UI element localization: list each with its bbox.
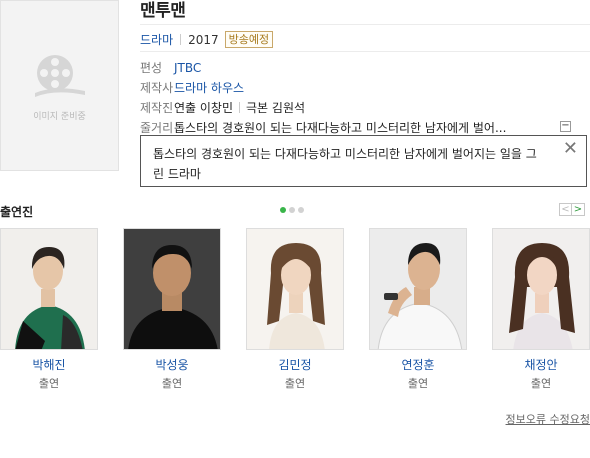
synopsis-popup: 톱스타의 경호원이 되는 다재다능하고 미스터리한 남자에게 벌어지는 일을 그… (140, 135, 587, 187)
cast-section-heading: 출연진 (0, 205, 34, 219)
divider (140, 24, 590, 25)
cast-name[interactable]: 연정훈 (369, 356, 467, 373)
separator (239, 102, 241, 113)
page-dot[interactable] (298, 207, 304, 213)
cast-card[interactable]: 김민정 출연 (246, 228, 344, 391)
cast-photo[interactable] (0, 228, 98, 350)
cast-name[interactable]: 채정안 (492, 356, 590, 373)
production-company-link[interactable]: 드라마 하우스 (174, 79, 244, 96)
page-dot-active[interactable] (280, 207, 286, 213)
cast-name[interactable]: 박해진 (0, 356, 98, 373)
report-error-link[interactable]: 정보오류 수정요청 (506, 411, 590, 427)
director-link[interactable]: 연출 이창민 (174, 99, 233, 116)
cast-role: 출연 (407, 377, 429, 390)
channel-link[interactable]: JTBC (174, 61, 201, 75)
writer-link[interactable]: 극본 김원석 (246, 99, 305, 116)
cast-role: 출연 (530, 377, 552, 390)
page-title: 맨투맨 (140, 1, 186, 21)
poster-placeholder-text: 이미지 준비중 (33, 112, 86, 122)
carousel-pagination (280, 207, 304, 213)
cast-card[interactable]: 채정안 출연 (492, 228, 590, 391)
info-row-production: 제작사 드라마 하우스 (140, 79, 244, 96)
cast-card[interactable]: 박해진 출연 (0, 228, 98, 391)
cast-photo[interactable] (492, 228, 590, 350)
chevron-left-icon[interactable]: < (559, 203, 572, 216)
cast-role: 출연 (161, 377, 183, 390)
cast-name[interactable]: 박성웅 (123, 356, 221, 373)
cast-photo[interactable] (369, 228, 467, 350)
close-icon[interactable]: ✕ (563, 140, 578, 158)
divider (140, 51, 590, 52)
genre-link[interactable]: 드라마 (140, 31, 173, 48)
info-row-staff: 제작진 연출 이창민 극본 김원석 (140, 99, 305, 116)
collapse-icon[interactable]: − (560, 121, 571, 132)
year: 2017 (188, 32, 219, 47)
poster-placeholder: 이미지 준비중 (0, 0, 119, 171)
cast-photo[interactable] (123, 228, 221, 350)
info-row-synopsis: 줄거리 톱스타의 경호원이 되는 다재다능하고 미스터리한 남자에게 벌어... (140, 119, 506, 136)
synopsis-full-text: 톱스타의 경호원이 되는 다재다능하고 미스터리한 남자에게 벌어지는 일을 그… (153, 147, 537, 181)
cast-card[interactable]: 박성웅 출연 (123, 228, 221, 391)
separator (180, 34, 182, 45)
carousel-arrows: < > (559, 203, 585, 216)
cast-photo[interactable] (246, 228, 344, 350)
cast-role: 출연 (38, 377, 60, 390)
cast-role: 출연 (284, 377, 306, 390)
info-label: 제작사 (140, 81, 174, 95)
info-label: 줄거리 (140, 121, 174, 135)
film-reel-icon (35, 55, 85, 97)
info-row-channel: 편성 JTBC (140, 59, 201, 76)
cast-card[interactable]: 연정훈 출연 (369, 228, 467, 391)
page-dot[interactable] (289, 207, 295, 213)
status-badge: 방송예정 (224, 31, 274, 48)
cast-name[interactable]: 김민정 (246, 356, 344, 373)
info-label: 제작진 (140, 101, 174, 115)
info-label: 편성 (140, 61, 163, 75)
meta-line: 드라마 2017 방송예정 (140, 31, 274, 48)
synopsis-preview: 톱스타의 경호원이 되는 다재다능하고 미스터리한 남자에게 벌어... (174, 121, 507, 135)
chevron-right-icon[interactable]: > (572, 203, 585, 216)
